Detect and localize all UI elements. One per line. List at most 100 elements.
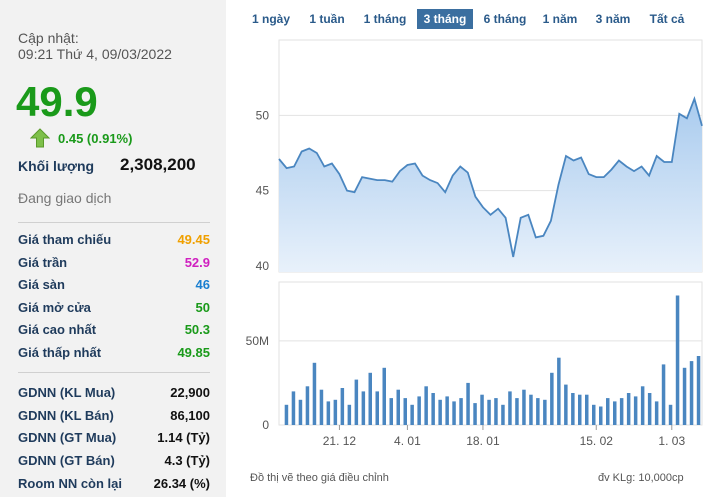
volume-bar	[501, 404, 505, 425]
volume-value: 2,308,200	[120, 155, 196, 174]
trading-status: Đang giao dịch	[18, 190, 112, 206]
price-axis-tick-label: 45	[256, 184, 270, 198]
chart-footnote: Đồ thị vẽ theo giá điều chỉnh	[250, 472, 389, 484]
volume-bar	[354, 379, 359, 425]
price-axis-tick-label: 40	[256, 259, 270, 273]
row-label: Giá tham chiếu	[18, 232, 112, 247]
volume-bar	[424, 386, 428, 425]
row-label: GDNN (GT Mua)	[18, 430, 117, 445]
row-value: 46	[195, 277, 210, 292]
volume-bar	[396, 389, 400, 425]
update-time: 09:21 Thứ 4, 09/03/2022	[18, 46, 172, 62]
volume-bar	[410, 404, 414, 425]
stock-summary-panel: Cập nhật: 09:21 Thứ 4, 09/03/2022 49.9 0…	[0, 0, 226, 497]
volume-bar	[312, 362, 317, 425]
row-label: Giá mở cửa	[18, 300, 91, 315]
volume-bar	[319, 389, 324, 425]
volume-bar	[473, 403, 477, 425]
row-value: 52.9	[184, 255, 210, 270]
row-value: 26.34 (%)	[153, 476, 210, 491]
volume-bar	[333, 399, 338, 425]
row-value: 49.45	[177, 232, 210, 247]
volume-bar	[529, 394, 533, 425]
volume-bar	[431, 393, 435, 425]
foreign-row-sell-volume: GDNN (KL Bán) 86,100	[18, 408, 210, 428]
foreign-row-sell-value: GDNN (GT Bán) 4.3 (Tỷ)	[18, 453, 210, 473]
volume-bar	[452, 401, 456, 425]
row-value: 1.14 (Tỷ)	[157, 430, 210, 445]
volume-axis-tick-label: 0	[262, 418, 269, 432]
volume-bar	[557, 357, 561, 425]
volume-bar	[298, 399, 303, 425]
row-label: Giá thấp nhất	[18, 345, 102, 360]
volume-bar	[619, 398, 624, 425]
volume-bar	[347, 404, 352, 425]
row-value: 50	[195, 300, 210, 315]
volume-bar	[375, 391, 379, 425]
row-label: Giá trần	[18, 255, 68, 270]
volume-bar	[536, 398, 540, 425]
volume-bar	[361, 391, 366, 425]
price-change: 0.45 (0.91%)	[58, 131, 133, 146]
volume-bar	[633, 396, 638, 425]
foreign-row-buy-value: GDNN (GT Mua) 1.14 (Tỷ)	[18, 430, 210, 450]
volume-bar	[689, 361, 694, 425]
volume-bar	[291, 391, 296, 425]
price-row-ceiling: Giá trần 52.9	[18, 255, 210, 275]
volume-bar	[613, 401, 617, 425]
volume-bar	[578, 394, 582, 425]
date-axis-tick-label: 1. 03	[658, 434, 685, 448]
price-row-floor: Giá sàn 46	[18, 277, 210, 297]
volume-bar	[599, 406, 603, 425]
volume-bar	[675, 295, 680, 425]
volume-bar	[682, 367, 687, 425]
volume-bar	[668, 404, 673, 425]
volume-bar	[543, 399, 547, 425]
row-label: GDNN (GT Bán)	[18, 453, 115, 468]
price-row-high: Giá cao nhất 50.3	[18, 322, 210, 342]
volume-unit-note: đv KLg: 10,000cp	[598, 472, 684, 484]
volume-bar	[564, 384, 568, 425]
volume-bar	[305, 386, 310, 425]
volume-bar	[438, 399, 442, 425]
price-row-reference: Giá tham chiếu 49.45	[18, 232, 210, 252]
row-label: GDNN (KL Mua)	[18, 385, 116, 400]
volume-bar	[626, 393, 631, 425]
volume-bar	[340, 388, 345, 425]
row-label: Giá cao nhất	[18, 322, 97, 337]
volume-bar	[487, 399, 491, 425]
row-value: 86,100	[170, 408, 210, 423]
date-axis-tick-label: 21. 12	[323, 434, 357, 448]
price-axis-tick-label: 50	[256, 108, 270, 122]
volume-bar	[647, 393, 652, 425]
up-arrow-icon	[30, 128, 50, 148]
price-row-low: Giá thấp nhất 49.85	[18, 345, 210, 365]
divider	[18, 372, 210, 373]
volume-bar	[654, 401, 659, 425]
volume-bar	[508, 391, 512, 425]
volume-bar	[284, 404, 289, 425]
volume-bar	[550, 372, 554, 425]
volume-bar	[326, 401, 331, 425]
row-value: 50.3	[184, 322, 210, 337]
divider	[18, 222, 210, 223]
price-row-open: Giá mở cửa 50	[18, 300, 210, 320]
volume-bar	[466, 382, 470, 425]
volume-bar	[522, 389, 526, 425]
date-axis-tick-label: 4. 01	[394, 434, 421, 448]
row-value: 49.85	[177, 345, 210, 360]
row-label: Room NN còn lại	[18, 476, 123, 491]
volume-axis-tick-label: 50M	[246, 334, 269, 348]
volume-bar	[382, 367, 386, 425]
foreign-row-buy-volume: GDNN (KL Mua) 22,900	[18, 385, 210, 405]
volume-bar	[696, 356, 701, 425]
volume-bar	[389, 398, 393, 425]
current-price: 49.9	[16, 78, 98, 125]
update-label: Cập nhật:	[18, 30, 79, 46]
volume-bar	[445, 396, 449, 425]
volume-bar	[494, 398, 498, 425]
volume-bar	[480, 394, 484, 425]
volume-bar	[661, 364, 666, 425]
volume-bar	[368, 372, 372, 425]
volume-bar	[592, 404, 596, 425]
